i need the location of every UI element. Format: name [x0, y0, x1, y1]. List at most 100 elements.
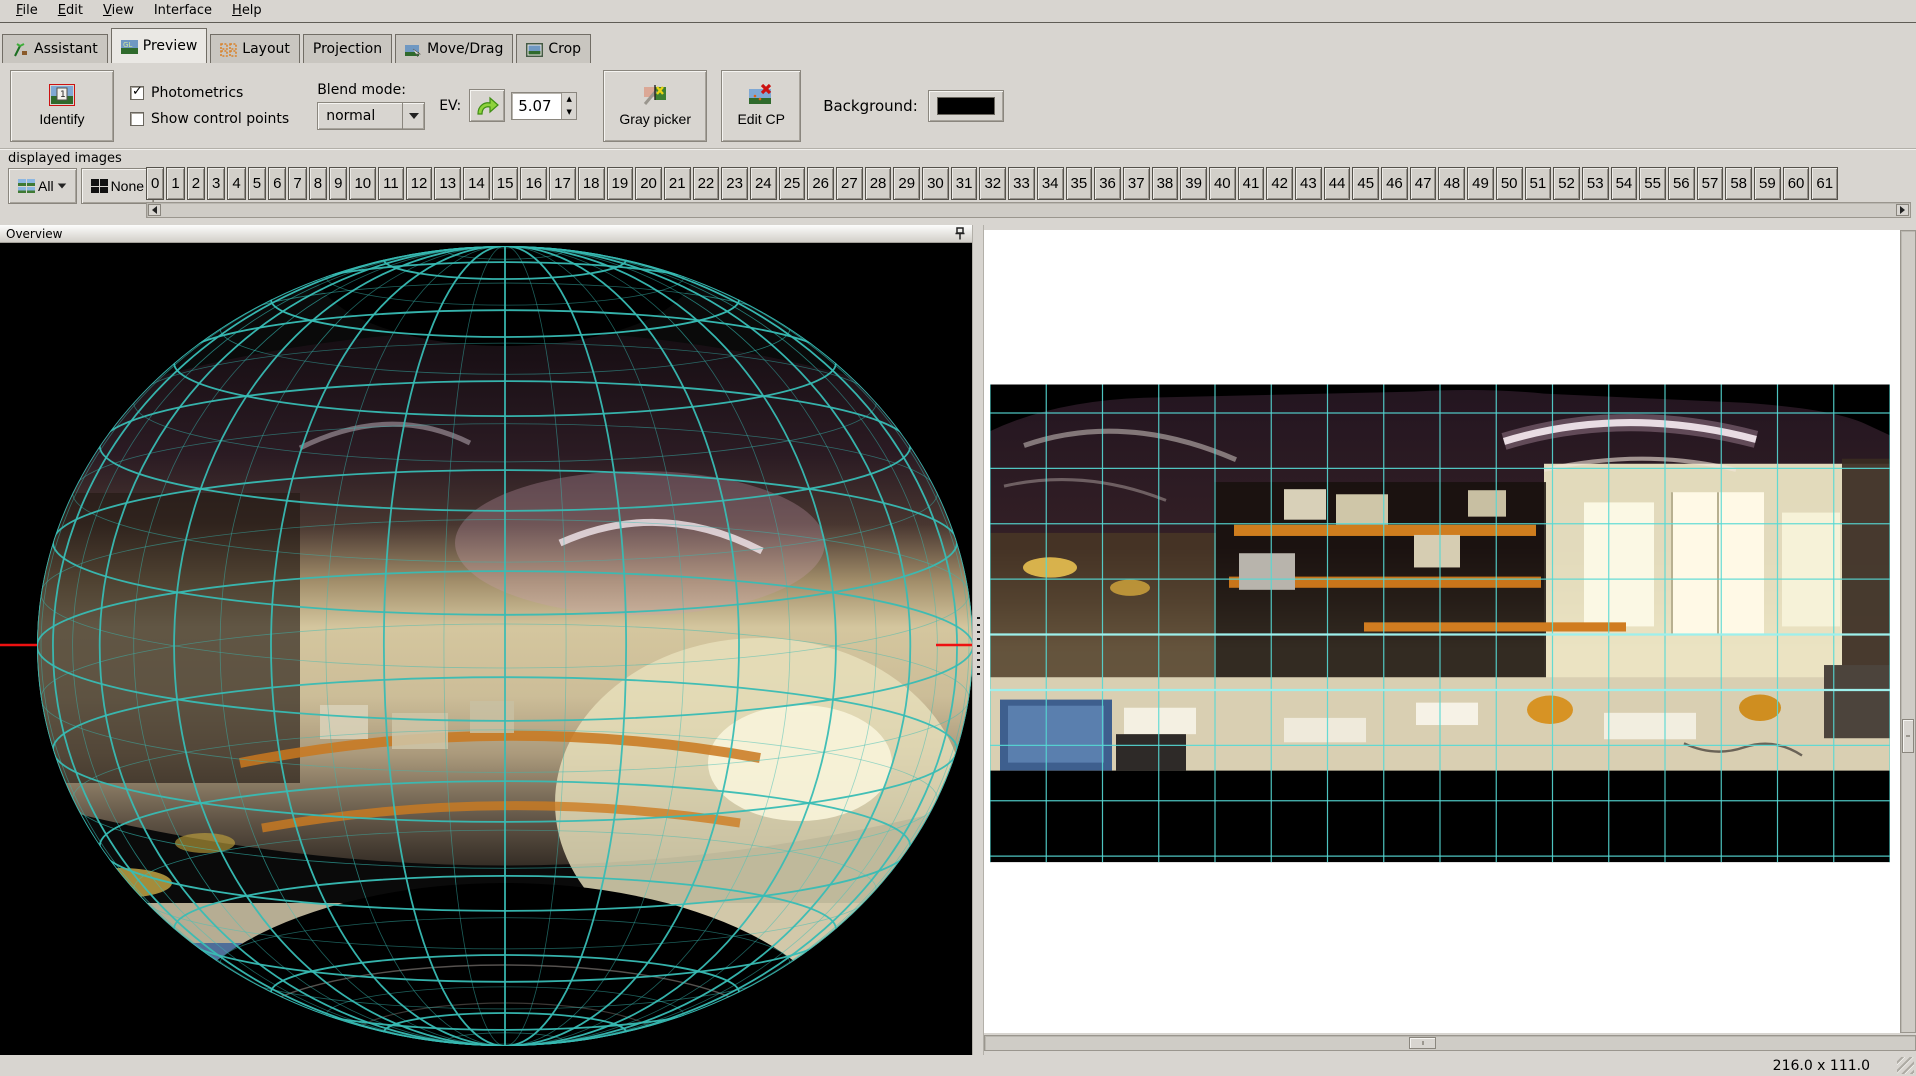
blend-mode-select[interactable]: normal: [317, 102, 425, 130]
image-toggle-button[interactable]: 34: [1037, 167, 1064, 200]
tab-layout[interactable]: Layout: [210, 34, 300, 63]
image-toggle-button[interactable]: 7: [288, 167, 306, 200]
image-toggle-button[interactable]: 2: [187, 167, 205, 200]
menu-help[interactable]: Help: [222, 0, 272, 22]
tab-projection[interactable]: Projection: [303, 34, 392, 63]
image-toggle-button[interactable]: 8: [309, 167, 327, 200]
image-toggle-button[interactable]: 61: [1811, 167, 1838, 200]
image-toggle-button[interactable]: 4: [227, 167, 245, 200]
tab-crop[interactable]: Crop: [516, 34, 591, 63]
image-toggle-button[interactable]: 60: [1783, 167, 1810, 200]
gray-picker-button[interactable]: Gray picker: [603, 70, 707, 142]
image-toggle-button[interactable]: 48: [1438, 167, 1465, 200]
image-toggle-button[interactable]: 53: [1582, 167, 1609, 200]
image-toggle-button[interactable]: 16: [520, 167, 547, 200]
scroll-right-icon[interactable]: [1896, 204, 1909, 216]
preview-vertical-scrollbar[interactable]: [1900, 230, 1916, 1033]
show-all-button[interactable]: All: [8, 168, 77, 204]
image-toggle-button[interactable]: 12: [406, 167, 433, 200]
pin-icon[interactable]: [954, 227, 966, 240]
image-toggle-button[interactable]: 3: [207, 167, 225, 200]
image-toggle-button[interactable]: 21: [664, 167, 691, 200]
image-toggle-button[interactable]: 32: [979, 167, 1006, 200]
menu-interface[interactable]: Interface: [144, 0, 222, 22]
image-toggle-button[interactable]: 17: [549, 167, 576, 200]
image-toggle-button[interactable]: 9: [329, 167, 347, 200]
reset-ev-button[interactable]: [469, 89, 505, 122]
image-row-scrollbar[interactable]: [146, 202, 1911, 218]
background-color-button[interactable]: [928, 90, 1004, 122]
image-toggle-button[interactable]: 41: [1238, 167, 1265, 200]
image-toggle-button[interactable]: 40: [1209, 167, 1236, 200]
menu-view[interactable]: View: [93, 0, 144, 22]
resize-grip[interactable]: [1897, 1057, 1914, 1074]
tab-preview[interactable]: GL Preview: [111, 28, 208, 63]
image-toggle-button[interactable]: 24: [750, 167, 777, 200]
image-toggle-button[interactable]: 45: [1352, 167, 1379, 200]
image-toggle-button[interactable]: 35: [1066, 167, 1093, 200]
show-control-points-checkbox[interactable]: [130, 112, 144, 126]
image-toggle-button[interactable]: 51: [1525, 167, 1552, 200]
image-toggle-button[interactable]: 25: [779, 167, 806, 200]
image-toggle-button[interactable]: 6: [268, 167, 286, 200]
image-toggle-button[interactable]: 10: [349, 167, 376, 200]
image-toggle-button[interactable]: 14: [463, 167, 490, 200]
image-toggle-button[interactable]: 49: [1467, 167, 1494, 200]
image-toggle-button[interactable]: 55: [1639, 167, 1666, 200]
menu-edit[interactable]: Edit: [48, 0, 93, 22]
photometrics-checkbox[interactable]: [130, 86, 144, 100]
image-toggle-button[interactable]: 22: [693, 167, 720, 200]
image-toggle-button[interactable]: 43: [1295, 167, 1322, 200]
panel-splitter[interactable]: [972, 225, 984, 1055]
preview-horizontal-scrollbar[interactable]: [984, 1035, 1916, 1051]
image-toggle-button[interactable]: 19: [607, 167, 634, 200]
menu-file[interactable]: File: [6, 0, 48, 22]
image-toggle-button[interactable]: 0: [146, 167, 164, 200]
image-toggle-button[interactable]: 56: [1668, 167, 1695, 200]
image-toggle-button[interactable]: 18: [578, 167, 605, 200]
image-toggle-button[interactable]: 28: [865, 167, 892, 200]
preview-canvas[interactable]: [984, 230, 1900, 1033]
panosphere-canvas[interactable]: [0, 243, 972, 1055]
image-toggle-button[interactable]: 31: [951, 167, 978, 200]
scroll-left-icon[interactable]: [148, 204, 161, 216]
image-toggle-button[interactable]: 33: [1008, 167, 1035, 200]
image-toggle-button[interactable]: 26: [807, 167, 834, 200]
image-toggle-button[interactable]: 27: [836, 167, 863, 200]
image-toggle-button[interactable]: 11: [378, 167, 404, 200]
image-toggle-button[interactable]: 20: [635, 167, 662, 200]
image-toggle-button[interactable]: 1: [166, 167, 184, 200]
image-toggle-button[interactable]: 58: [1725, 167, 1752, 200]
image-toggle-button[interactable]: 39: [1180, 167, 1207, 200]
show-control-points-row[interactable]: Show control points: [130, 111, 289, 127]
horizontal-scroll-thumb[interactable]: [1409, 1037, 1436, 1049]
spin-down-icon[interactable]: ▼: [562, 106, 576, 119]
image-toggle-button[interactable]: 5: [248, 167, 266, 200]
identify-button[interactable]: 1 Identify: [10, 70, 114, 142]
image-toggle-button[interactable]: 50: [1496, 167, 1523, 200]
edit-cp-button[interactable]: Edit CP: [721, 70, 801, 142]
tab-assistant[interactable]: Assistant: [2, 34, 108, 63]
image-toggle-button[interactable]: 13: [434, 167, 461, 200]
image-toggle-button[interactable]: 38: [1152, 167, 1179, 200]
image-toggle-button[interactable]: 46: [1381, 167, 1408, 200]
image-toggle-button[interactable]: 59: [1754, 167, 1781, 200]
spin-up-icon[interactable]: ▲: [562, 93, 576, 106]
tab-move-drag[interactable]: Move/Drag: [395, 34, 513, 63]
image-toggle-button[interactable]: 42: [1266, 167, 1293, 200]
vertical-scroll-thumb[interactable]: [1902, 719, 1914, 753]
photometrics-row[interactable]: Photometrics: [130, 85, 289, 101]
image-toggle-button[interactable]: 29: [893, 167, 920, 200]
image-toggle-button[interactable]: 57: [1697, 167, 1724, 200]
image-toggle-button[interactable]: 36: [1094, 167, 1121, 200]
image-toggle-button[interactable]: 37: [1123, 167, 1150, 200]
show-none-button[interactable]: None: [81, 168, 154, 204]
image-toggle-button[interactable]: 23: [721, 167, 748, 200]
ev-spinner[interactable]: 5.07 ▲▼: [511, 92, 577, 120]
image-toggle-button[interactable]: 52: [1553, 167, 1580, 200]
ev-spin-arrows[interactable]: ▲▼: [561, 93, 576, 119]
image-toggle-button[interactable]: 47: [1410, 167, 1437, 200]
image-toggle-button[interactable]: 30: [922, 167, 949, 200]
image-toggle-button[interactable]: 54: [1611, 167, 1638, 200]
image-toggle-button[interactable]: 15: [492, 167, 519, 200]
